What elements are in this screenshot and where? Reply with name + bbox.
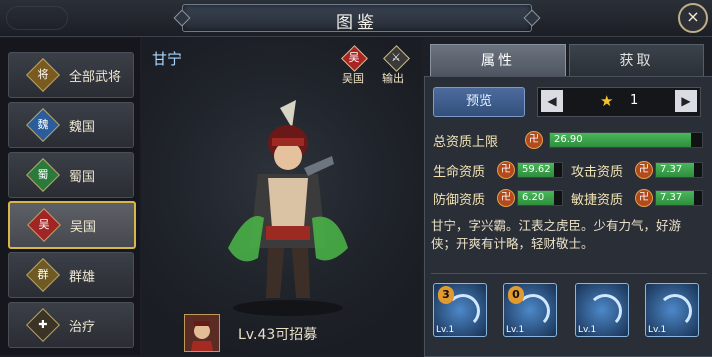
role-badge: ⚔: [383, 45, 410, 72]
sword-icon: ⚔: [391, 51, 401, 64]
total-aptitude-bar: 26.90: [549, 132, 703, 148]
faction-badge: 吴: [341, 45, 368, 72]
aptitude-coin-icon: 卍: [635, 189, 653, 207]
star-decrease-button[interactable]: ◀: [541, 90, 563, 112]
faction-sidebar: 将 全部武将 魏 魏国 蜀 蜀国 吴 吴国 群 群雄 ✚ 治疗: [0, 38, 140, 355]
skill-level: Lv.1: [578, 325, 597, 335]
attributes-panel: 预览 ◀ ★ 1 ▶ 总资质上限 卍 26.90 生命资质 卍 59.62 攻击…: [424, 76, 712, 357]
skill-arrow-icon: [658, 294, 692, 328]
skill-count-badge: 0: [508, 286, 524, 304]
hero-name: 甘宁: [152, 50, 183, 68]
aptitude-coin-icon: 卍: [497, 161, 515, 179]
tab-acquire[interactable]: 获取: [569, 44, 704, 78]
bar-value: 6.20: [522, 192, 545, 203]
sidebar-item-label: 全部武将: [69, 70, 122, 85]
hp-aptitude-bar: 59.62: [517, 162, 563, 178]
sidebar-item-label: 治疗: [69, 320, 96, 335]
wu-icon: 吴: [348, 51, 360, 64]
defense-aptitude-bar: 6.20: [517, 190, 563, 206]
aptitude-coin-icon: 卍: [525, 131, 543, 149]
skill-slot-1[interactable]: 3 Lv.1: [433, 283, 487, 337]
aptitude-coin-icon: 卍: [497, 189, 515, 207]
sidebar-item-heal[interactable]: ✚ 治疗: [8, 302, 134, 348]
skill-level: Lv.1: [648, 325, 667, 335]
skill-slot-2[interactable]: 0 Lv.1: [503, 283, 557, 337]
general-icon: 将: [26, 58, 60, 92]
attack-aptitude-bar: 7.37: [655, 162, 703, 178]
preview-button[interactable]: 预览: [433, 87, 525, 117]
title-plate: 图鉴: [182, 4, 532, 33]
bar-value: 59.62: [522, 164, 551, 175]
bar-value: 7.37: [660, 192, 683, 203]
skill-slot-3[interactable]: Lv.1: [575, 283, 629, 337]
bar-value: 26.90: [554, 134, 583, 145]
agility-aptitude-bar: 7.37: [655, 190, 703, 206]
wu-icon: 吴: [27, 208, 61, 242]
attack-aptitude-label: 攻击资质: [571, 165, 624, 180]
defense-aptitude-label: 防御资质: [433, 193, 486, 208]
skill-slot-4[interactable]: Lv.1: [645, 283, 699, 337]
hero-level-status: Lv.43可招募: [238, 327, 318, 343]
hero-display: 甘宁 吴 吴国 ⚔ 输出 Lv.43可招募: [142, 38, 422, 355]
aptitude-coin-icon: 卍: [635, 161, 653, 179]
sidebar-item-wei[interactable]: 魏 魏国: [8, 102, 134, 148]
skill-level: Lv.1: [436, 325, 455, 335]
close-icon: ×: [686, 7, 700, 26]
sidebar-item-qunxiong[interactable]: 群 群雄: [8, 252, 134, 298]
shu-icon: 蜀: [26, 158, 60, 192]
sidebar-item-label: 魏国: [69, 120, 96, 135]
bar-value: 7.37: [660, 164, 683, 175]
top-bar: 图鉴 ×: [0, 0, 712, 37]
heal-icon: ✚: [26, 308, 60, 342]
skill-level: Lv.1: [506, 325, 525, 335]
skill-wave-icon: [588, 294, 622, 328]
sidebar-item-wu[interactable]: 吴 吴国: [8, 201, 136, 249]
agility-aptitude-label: 敏捷资质: [571, 193, 624, 208]
hero-description: 甘宁，字兴霸。江表之虎臣。少有力气，好游侠；开爽有计略，轻财敬士。: [431, 218, 682, 251]
hero-character-art: [228, 100, 348, 316]
sidebar-item-label: 蜀国: [69, 170, 96, 185]
page-title: 图鉴: [336, 13, 378, 33]
divider: [431, 273, 707, 274]
star-value: 1: [630, 93, 639, 108]
star-icon: ★: [600, 92, 614, 110]
hp-aptitude-label: 生命资质: [433, 165, 486, 180]
ornament-decoration: [6, 6, 68, 30]
star-increase-button[interactable]: ▶: [675, 90, 697, 112]
faction-label: 吴国: [342, 72, 364, 85]
skill-count-badge: 3: [438, 286, 454, 304]
close-button[interactable]: ×: [678, 3, 708, 33]
sidebar-item-label: 吴国: [70, 220, 97, 235]
wei-icon: 魏: [26, 108, 60, 142]
hero-portrait[interactable]: [184, 314, 220, 352]
total-aptitude-label: 总资质上限: [433, 135, 499, 150]
sidebar-item-shu[interactable]: 蜀 蜀国: [8, 152, 134, 198]
role-label: 输出: [382, 72, 404, 85]
portrait-icon: [191, 321, 213, 351]
sidebar-item-all[interactable]: 将 全部武将: [8, 52, 134, 98]
tab-attributes[interactable]: 属性: [430, 44, 566, 77]
star-stepper: ◀ ★ 1 ▶: [537, 87, 701, 117]
sidebar-item-label: 群雄: [69, 270, 96, 285]
qunxiong-icon: 群: [26, 258, 60, 292]
